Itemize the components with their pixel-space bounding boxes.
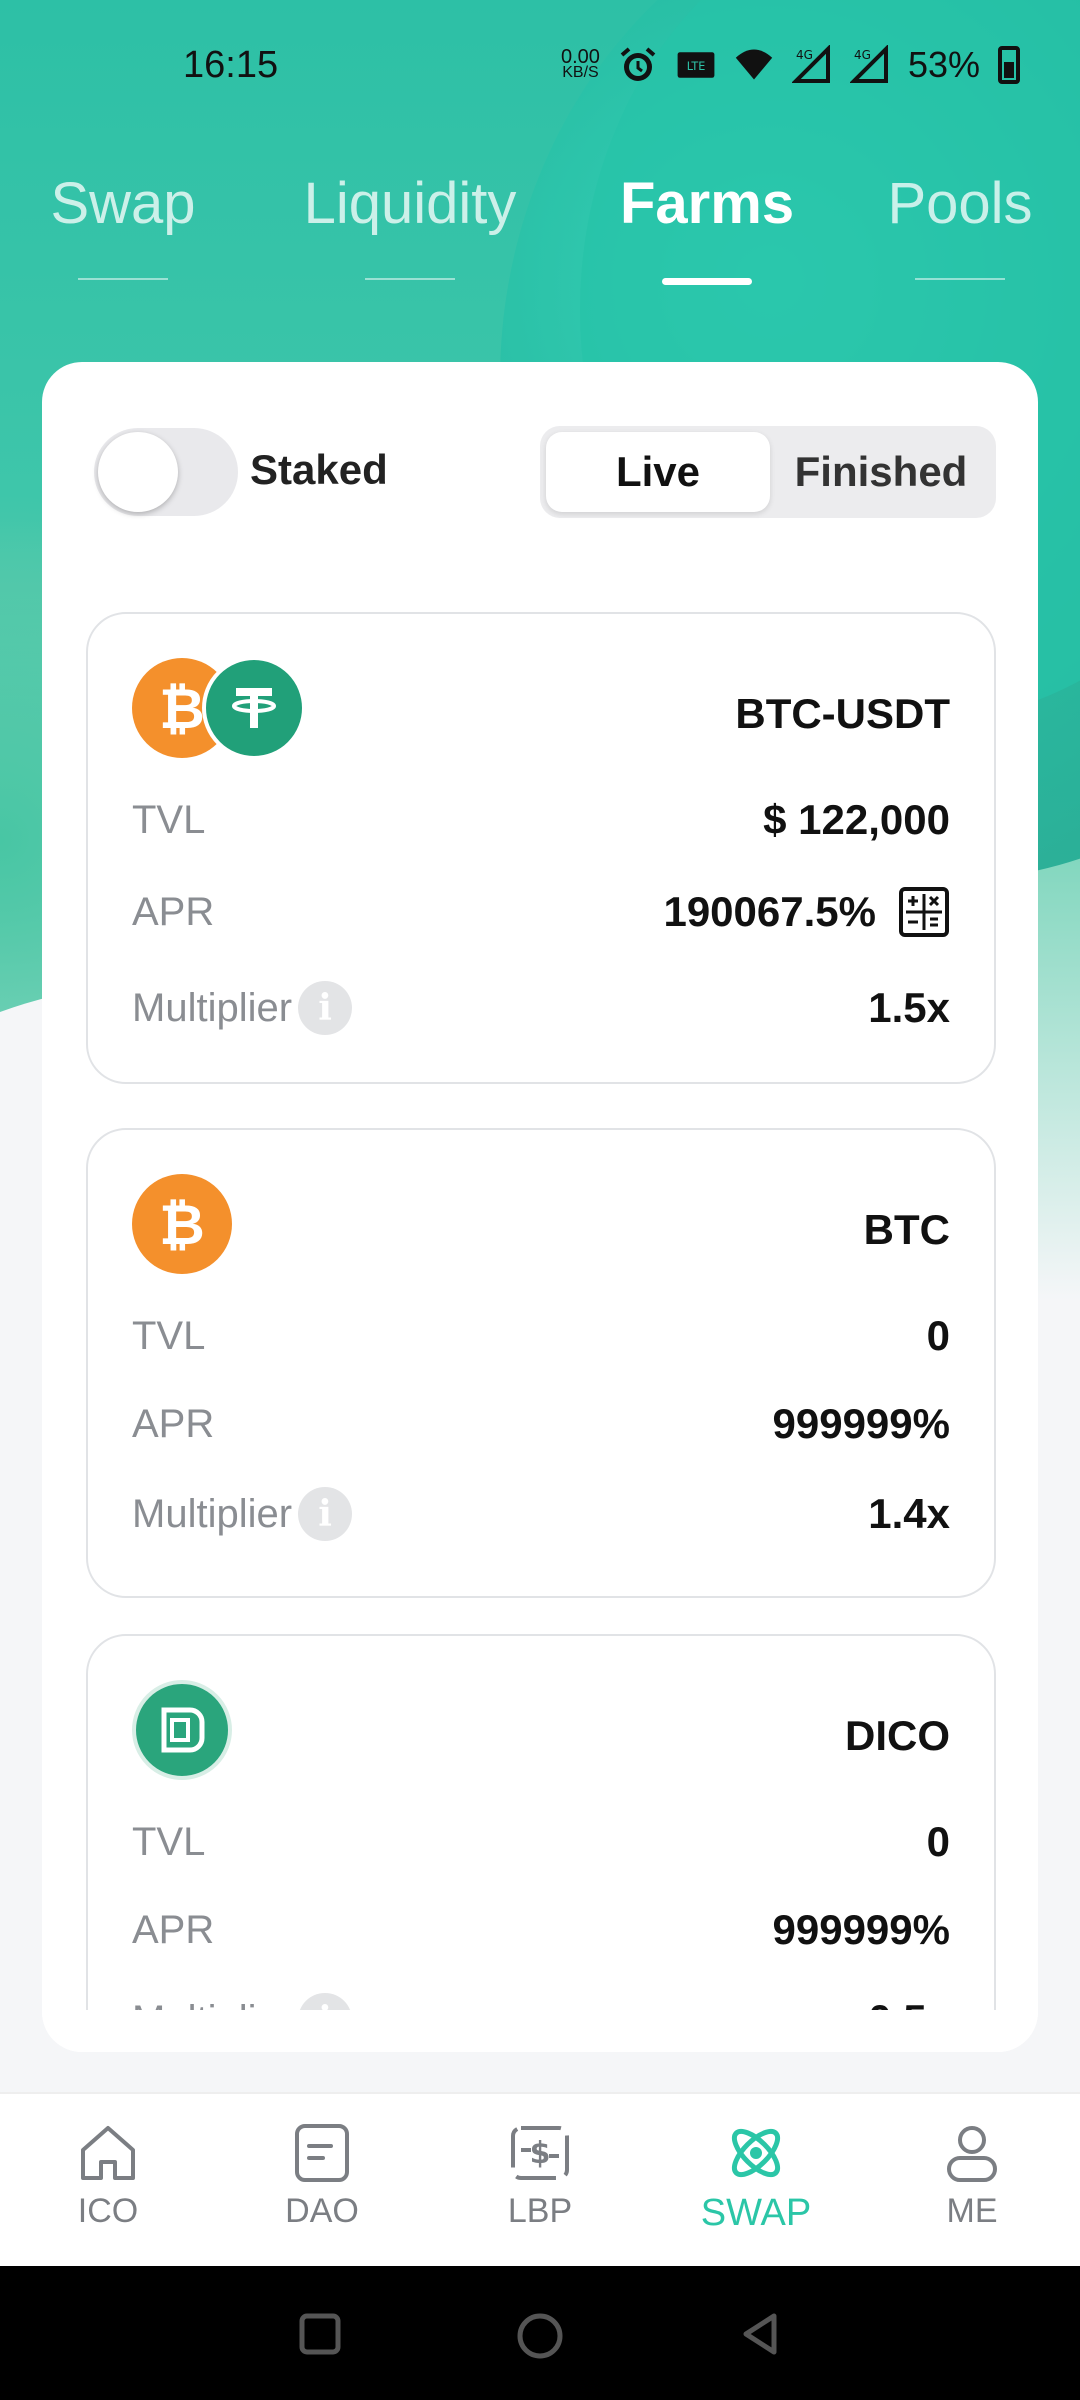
segment-live[interactable]: Live: [546, 432, 770, 512]
staked-toggle[interactable]: [94, 428, 238, 516]
alarm-icon: [618, 45, 658, 85]
apr-label: APR: [132, 1401, 215, 1446]
tvl-value: 0: [926, 1312, 950, 1359]
farm-pair-name: DICO: [845, 1712, 950, 1759]
nav-ico-label: ICO: [77, 2192, 139, 2230]
tab-liquidity-label: Liquidity: [303, 171, 517, 236]
tab-swap[interactable]: Swap: [48, 170, 198, 280]
wifi-icon: [734, 45, 774, 85]
tab-liquidity[interactable]: Liquidity: [290, 170, 530, 280]
info-icon[interactable]: i: [298, 981, 353, 1035]
multiplier-label-group: Multiplier i: [132, 981, 353, 1035]
status-time: 16:15: [183, 44, 279, 86]
tab-pools[interactable]: Pools: [880, 170, 1040, 280]
svg-text:LTE: LTE: [687, 60, 706, 73]
document-icon: [295, 2124, 349, 2182]
calculator-icon[interactable]: [898, 886, 950, 938]
multiplier-label-group: Multiplier i: [132, 1487, 353, 1541]
toggle-knob: [98, 432, 178, 512]
tab-pools-label: Pools: [887, 171, 1033, 236]
tvl-label: TVL: [132, 1313, 206, 1358]
apr-label: APR: [132, 1907, 215, 1952]
svg-text:$: $: [530, 2136, 551, 2171]
volte-icon: LTE: [676, 45, 716, 85]
apr-value: 999999%: [772, 1400, 951, 1447]
nav-me-label: ME: [946, 2192, 998, 2230]
farm-card[interactable]: DICO TVL 0 APR 999999% Multiplier i 0.5x: [86, 1634, 996, 2012]
usdt-icon: [202, 656, 306, 760]
tab-farms[interactable]: Farms: [620, 170, 795, 285]
nav-me[interactable]: ME: [902, 2120, 1042, 2231]
staked-label: Staked: [250, 446, 388, 493]
apr-row: APR 999999%: [132, 1394, 950, 1454]
nav-dao-label: DAO: [285, 2192, 359, 2230]
apr-label: APR: [132, 889, 215, 934]
battery-percent: 53%: [907, 44, 980, 85]
apr-value: 999999%: [772, 1906, 951, 1953]
battery-icon: [998, 46, 1020, 84]
multiplier-label: Multiplier: [132, 985, 293, 1030]
multiplier-value: 1.4x: [868, 1490, 950, 1537]
farms-card: Staked Live Finished ₿ BTC-USDT TVL $ 12…: [42, 362, 1038, 2052]
apr-value-group: 190067.5%: [663, 886, 950, 938]
signal-icon-2: 4G: [849, 45, 890, 85]
multiplier-row: Multiplier i 1.5x: [132, 978, 950, 1038]
apr-row: APR 190067.5%: [132, 882, 950, 942]
tvl-value: $ 122,000: [763, 796, 950, 843]
signal-icon-1: 4G: [791, 45, 832, 85]
multiplier-row: Multiplier i 1.4x: [132, 1484, 950, 1544]
recents-button[interactable]: [296, 2310, 344, 2358]
multiplier-label: Multiplier: [132, 1491, 293, 1536]
nav-dao[interactable]: DAO: [252, 2120, 392, 2231]
net-speed-value: 0.00: [561, 46, 600, 68]
home-icon: [81, 2126, 135, 2180]
tvl-row: TVL $ 122,000: [132, 790, 950, 850]
dico-icon: [132, 1680, 232, 1780]
farm-list: Staked Live Finished ₿ BTC-USDT TVL $ 12…: [42, 362, 1038, 2012]
nav-lbp[interactable]: $ LBP: [470, 2120, 610, 2231]
tab-swap-label: Swap: [50, 171, 196, 236]
farm-card[interactable]: ₿ BTC TVL 0 APR 999999% Multiplier i 1.4…: [86, 1128, 996, 1598]
svg-text:4G: 4G: [854, 48, 871, 62]
top-tabs: Swap Liquidity Farms Pools: [0, 160, 1080, 290]
multiplier-row: Multiplier i 0.5x: [132, 1990, 950, 2012]
net-speed: 0.00 KB/S: [561, 46, 600, 81]
nav-lbp-label: LBP: [507, 2192, 573, 2230]
tvl-value: 0: [926, 1818, 950, 1865]
multiplier-value: 1.5x: [868, 984, 950, 1031]
tvl-row: TVL 0: [132, 1812, 950, 1872]
system-navigation-bar: [0, 2266, 1080, 2400]
net-speed-unit: KB/S: [562, 64, 599, 81]
apr-value: 190067.5%: [663, 888, 876, 935]
status-bar: 16:15 0.00 KB/S LTE 4G 4G 53%: [0, 0, 1080, 130]
info-icon[interactable]: i: [298, 1487, 353, 1541]
nav-ico[interactable]: ICO: [38, 2120, 178, 2231]
home-button[interactable]: [514, 2310, 566, 2362]
segment-finished[interactable]: Finished: [770, 432, 992, 512]
bottom-navigation: ICO DAO $ LBP SWAP ME: [0, 2092, 1080, 2266]
svg-text:4G: 4G: [796, 48, 813, 62]
tab-farms-label: Farms: [620, 171, 795, 236]
farm-card[interactable]: ₿ BTC-USDT TVL $ 122,000 APR 190067.5% M…: [86, 612, 996, 1084]
status-segmented-control: Live Finished: [540, 426, 996, 518]
dollar-exchange-icon: $: [511, 2126, 569, 2180]
farm-pair-name: BTC: [863, 1206, 950, 1253]
tvl-label: TVL: [132, 1819, 206, 1864]
swap-orbit-icon: [731, 2128, 781, 2178]
nav-swap-label: SWAP: [700, 2192, 812, 2234]
btc-icon: ₿: [132, 1174, 232, 1274]
back-button[interactable]: [736, 2310, 784, 2358]
tvl-label: TVL: [132, 797, 206, 842]
nav-swap[interactable]: SWAP: [686, 2120, 826, 2235]
farm-pair-name: BTC-USDT: [735, 690, 950, 737]
tvl-row: TVL 0: [132, 1306, 950, 1366]
farm-filters: Staked Live Finished: [42, 362, 1038, 562]
apr-row: APR 999999%: [132, 1900, 950, 1960]
user-icon: [947, 2126, 997, 2182]
